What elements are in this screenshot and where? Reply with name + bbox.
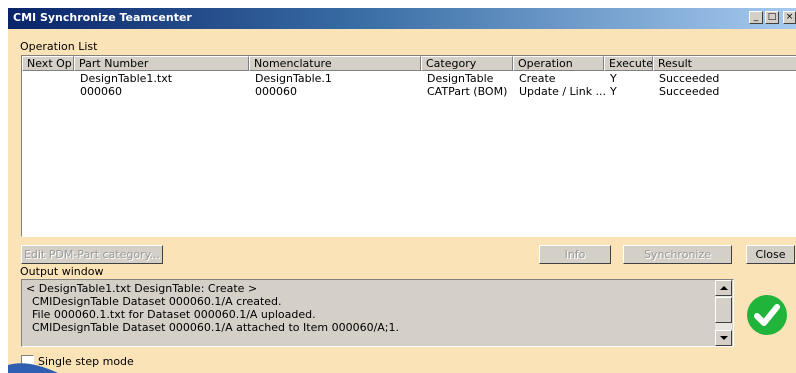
maximize-button[interactable]: □ [765, 11, 779, 24]
row-execute: Y [610, 72, 617, 85]
minimize-icon: _ [753, 12, 759, 22]
column-header-result[interactable]: Result [653, 56, 796, 71]
column-header-nomenclature[interactable]: Nomenclature [249, 56, 421, 71]
dialog-window: CMI Synchronize Teamcenter _ □ × Operati… [8, 8, 796, 373]
arrow-down-icon [720, 336, 728, 340]
row-operation: Update / Link ... [519, 85, 607, 98]
success-check-icon [747, 295, 787, 335]
scroll-down-button[interactable] [715, 330, 732, 346]
row-nomenclature: DesignTable.1 [255, 72, 332, 85]
column-header-execute[interactable]: Execute [604, 56, 653, 71]
synchronize-button[interactable]: Synchronize [623, 245, 732, 264]
row-operation: Create [519, 72, 556, 85]
window-title: CMI Synchronize Teamcenter [13, 11, 192, 24]
output-window[interactable]: < DesignTable1.txt DesignTable: Create >… [21, 279, 734, 347]
row-category: DesignTable [427, 72, 494, 85]
output-window-label: Output window [20, 265, 104, 278]
info-button[interactable]: Info [539, 245, 611, 264]
table-row[interactable]: DesignTable1.txt DesignTable.1 DesignTab… [22, 72, 796, 85]
row-nomenclature: 000060 [255, 85, 297, 98]
scroll-thumb[interactable] [715, 297, 732, 323]
close-window-button[interactable]: × [783, 11, 796, 24]
column-header-part-number[interactable]: Part Number [74, 56, 249, 71]
operation-list-label: Operation List [20, 40, 98, 53]
output-line: CMIDesignTable Dataset 000060.1/A create… [32, 295, 282, 308]
maximize-icon: □ [767, 12, 777, 22]
column-header-next-op[interactable]: Next Op [22, 56, 74, 71]
row-part-number: 000060 [80, 85, 122, 98]
output-line: < DesignTable1.txt DesignTable: Create > [26, 282, 258, 295]
row-part-number: DesignTable1.txt [80, 72, 173, 85]
minimize-button[interactable]: _ [749, 11, 763, 24]
row-result: Succeeded [659, 85, 720, 98]
operation-list[interactable]: Next Op Part Number Nomenclature Categor… [21, 55, 796, 237]
close-icon: × [785, 12, 794, 22]
output-scrollbar[interactable] [715, 280, 732, 346]
close-button[interactable]: Close [746, 245, 795, 264]
edit-pdm-part-category-button[interactable]: Edit PDM-Part category... [21, 245, 163, 264]
scroll-up-button[interactable] [715, 280, 732, 296]
output-line: File 000060.1.txt for Dataset 000060.1/A… [32, 308, 316, 321]
row-category: CATPart (BOM) [427, 85, 508, 98]
column-header-category[interactable]: Category [421, 56, 513, 71]
arrow-up-icon [720, 286, 728, 290]
title-bar[interactable]: CMI Synchronize Teamcenter _ □ × [8, 8, 796, 29]
row-result: Succeeded [659, 72, 720, 85]
taskbar-corner-decoration [8, 363, 58, 373]
column-header-operation[interactable]: Operation [513, 56, 604, 71]
output-line: CMIDesignTable Dataset 000060.1/A attach… [32, 321, 399, 334]
row-execute: Y [610, 85, 617, 98]
table-row[interactable]: 000060 000060 CATPart (BOM) Update / Lin… [22, 85, 796, 98]
